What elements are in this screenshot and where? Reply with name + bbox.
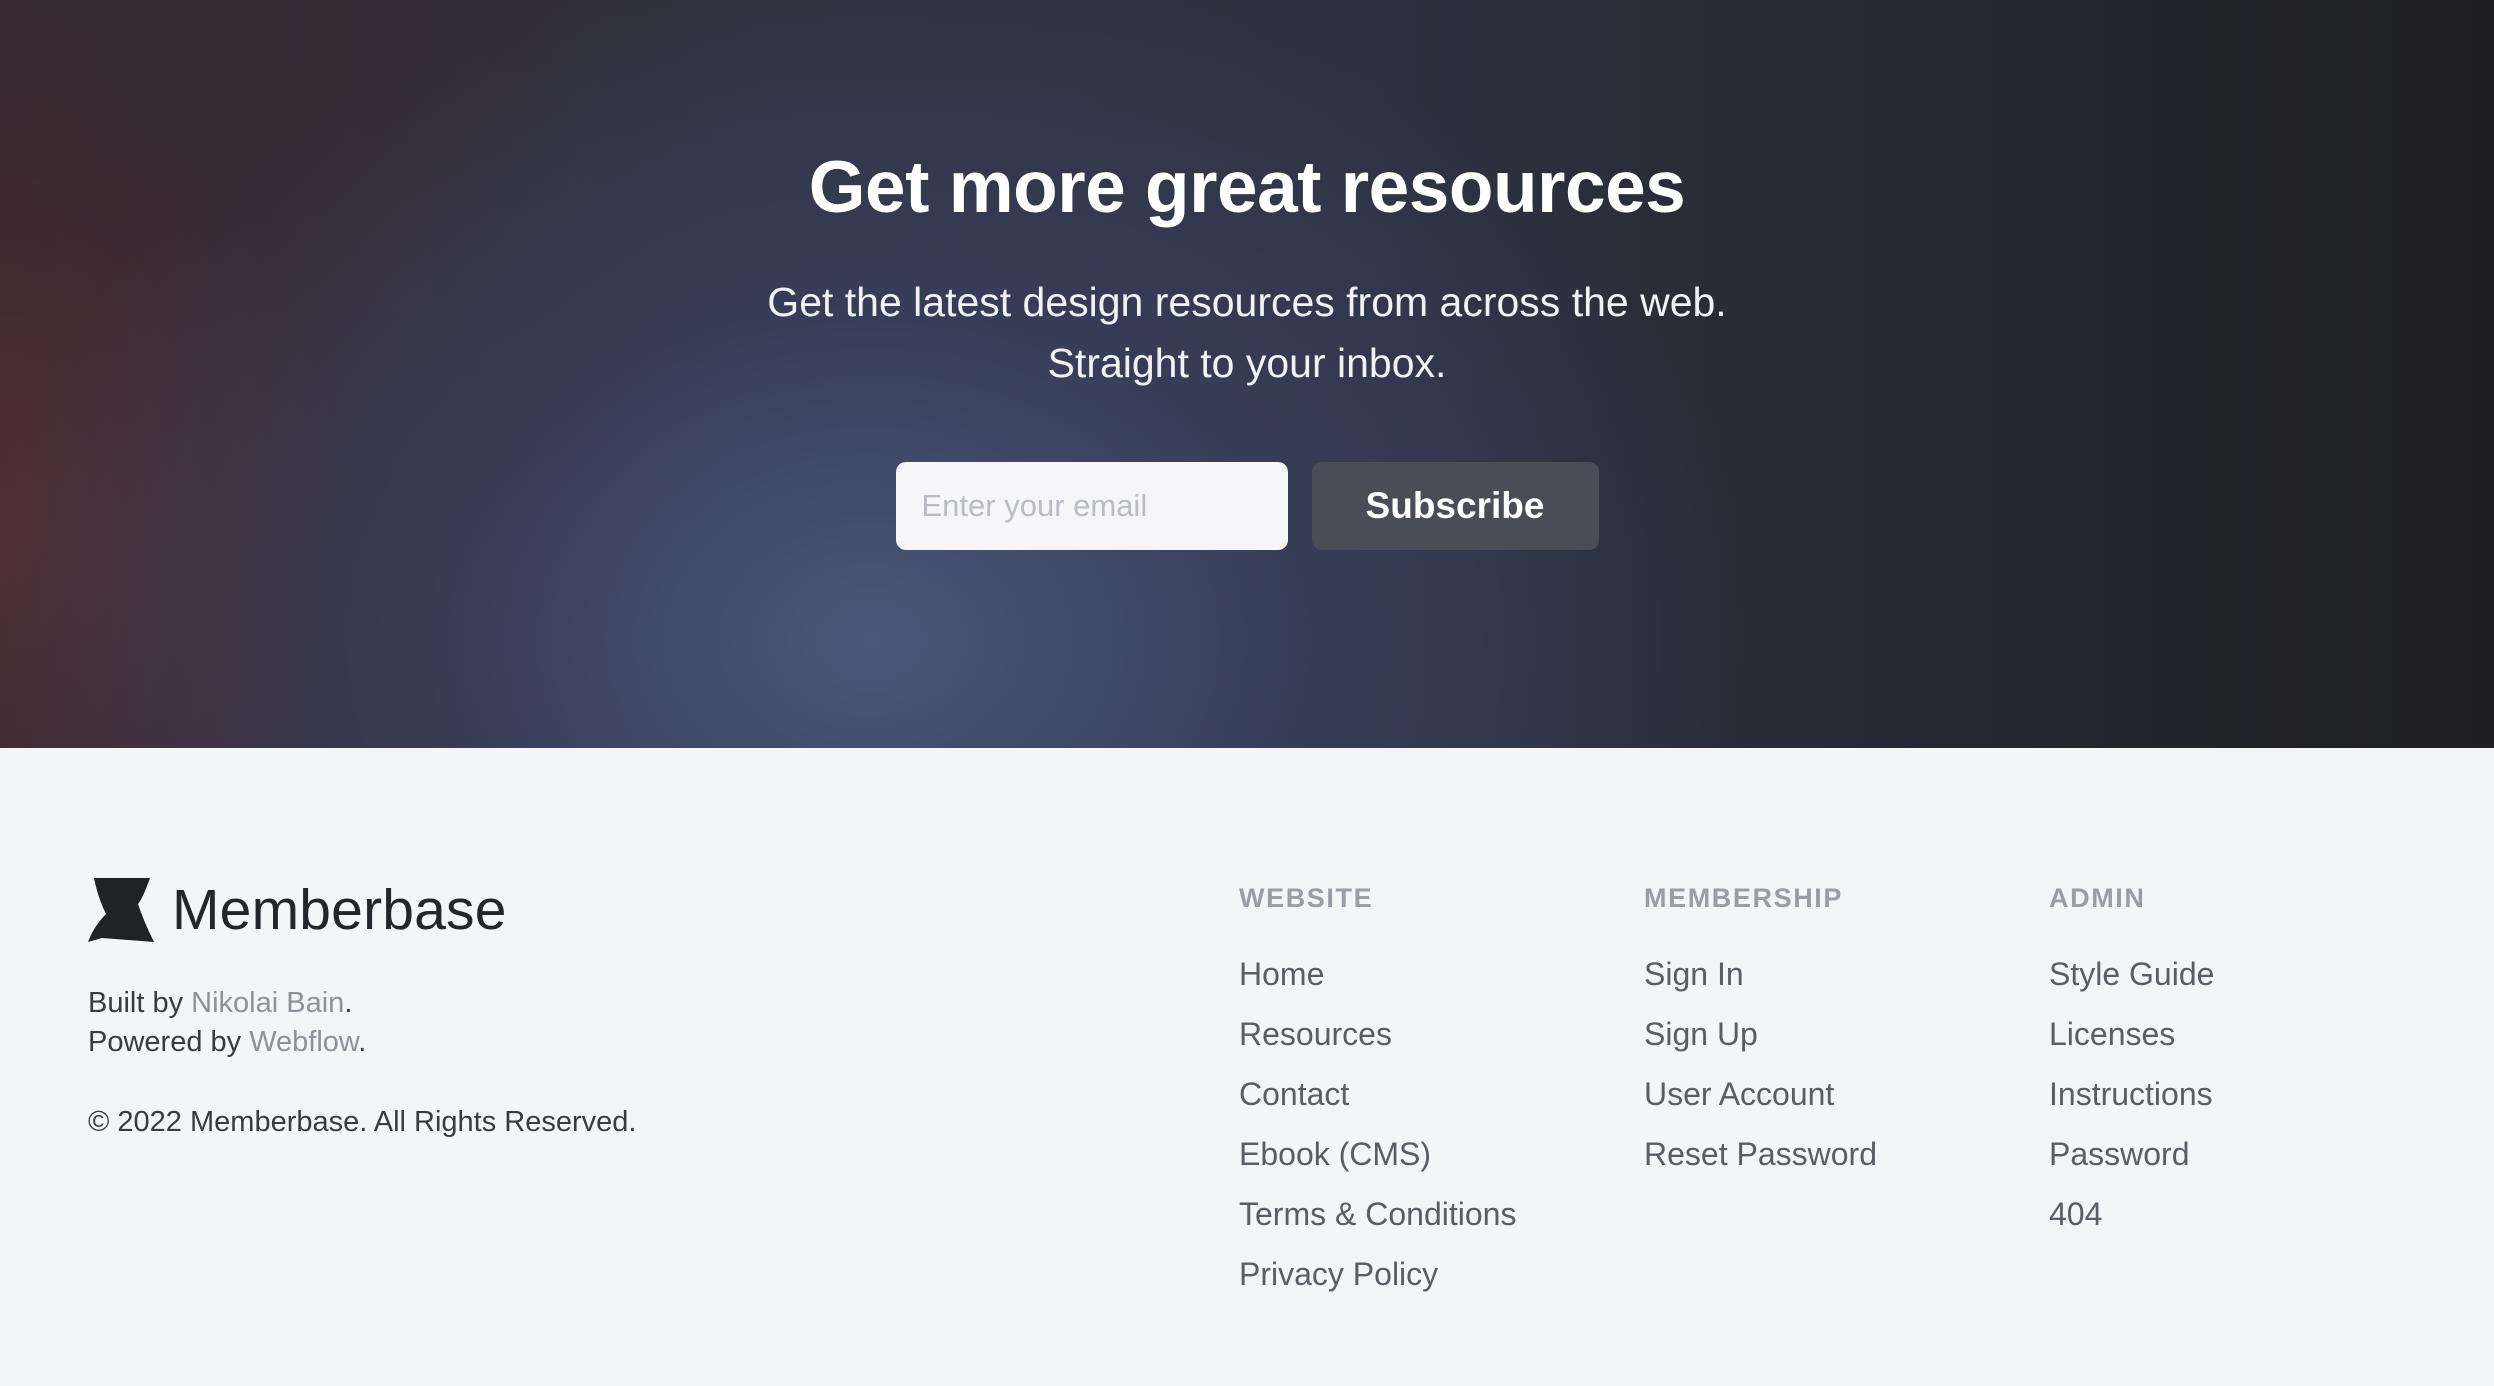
list-item: Sign Up [1644,1016,1877,1076]
newsletter-content: Get more great resources Get the latest … [0,147,2494,551]
footer-brand: Memberbase Built by Nikolai Bain. Powere… [88,876,636,1139]
list-item: Terms & Conditions [1239,1196,1516,1256]
list-item: Style Guide [2049,956,2214,1016]
author-link[interactable]: Nikolai Bain [191,987,344,1019]
newsletter-title: Get more great resources [808,147,1686,228]
brand-name: Memberbase [172,878,507,942]
footer-link-sign-in[interactable]: Sign In [1644,956,1744,992]
footer-credits: Built by Nikolai Bain. Powered by Webflo… [88,984,636,1062]
footer-link-terms[interactable]: Terms & Conditions [1239,1196,1516,1232]
newsletter-subtitle: Get the latest design resources from acr… [697,272,1797,394]
footer-link-licenses[interactable]: Licenses [2049,1016,2175,1052]
footer-column-admin: ADMIN Style Guide Licenses Instructions … [2049,882,2214,1256]
list-item: Password [2049,1136,2214,1196]
footer-link-404[interactable]: 404 [2049,1196,2102,1232]
footer-link-style-guide[interactable]: Style Guide [2049,956,2214,992]
powered-by-period: . [358,1026,367,1058]
list-item: Sign In [1644,956,1877,1016]
powered-by-prefix: Powered by [88,1026,250,1058]
list-item: User Account [1644,1076,1877,1136]
powered-by-line: Powered by Webflow. [88,1023,636,1062]
footer-column-heading: MEMBERSHIP [1644,883,1844,913]
list-item: Reset Password [1644,1136,1877,1196]
footer-column-heading: WEBSITE [1239,883,1374,913]
newsletter-hero: Get more great resources Get the latest … [0,0,2494,748]
footer-link-ebook[interactable]: Ebook (CMS) [1239,1136,1431,1172]
footer-link-sign-up[interactable]: Sign Up [1644,1016,1758,1052]
newsletter-subtitle-line-2: Straight to your inbox. [1047,340,1447,387]
email-input[interactable] [895,462,1288,551]
footer-link-user-account[interactable]: User Account [1644,1076,1834,1112]
memberbase-logo-icon [88,878,154,942]
footer-link-home[interactable]: Home [1239,956,1324,992]
copyright-text: © 2022 Memberbase. All Rights Reserved. [88,1106,637,1138]
footer-link-resources[interactable]: Resources [1239,1016,1392,1052]
newsletter-form: Subscribe [0,462,2494,551]
list-item: 404 [2049,1196,2214,1256]
footer-link-list: Sign In Sign Up User Account Reset Passw… [1644,956,1877,1196]
built-by-prefix: Built by [88,987,192,1019]
footer-link-reset-password[interactable]: Reset Password [1644,1136,1877,1172]
footer-link-list: Home Resources Contact Ebook (CMS) Terms… [1239,956,1516,1316]
footer-link-instructions[interactable]: Instructions [2049,1076,2213,1112]
brand-logo-link[interactable]: Memberbase [88,876,636,944]
webflow-link[interactable]: Webflow [249,1026,358,1058]
footer-column-website: WEBSITE Home Resources Contact Ebook (CM… [1239,882,1516,1316]
subscribe-button[interactable]: Subscribe [1311,462,1599,551]
footer-link-privacy[interactable]: Privacy Policy [1239,1256,1438,1292]
built-by-period: . [344,987,353,1019]
list-item: Resources [1239,1016,1516,1076]
built-by-line: Built by Nikolai Bain. [88,984,636,1023]
list-item: Home [1239,956,1516,1016]
newsletter-subtitle-line-1: Get the latest design resources from acr… [767,279,1727,326]
footer-column-heading: ADMIN [2049,883,2146,913]
list-item: Licenses [2049,1016,2214,1076]
footer-link-contact[interactable]: Contact [1239,1076,1349,1112]
site-footer: Memberbase Built by Nikolai Bain. Powere… [0,748,2494,1386]
footer-link-password[interactable]: Password [2049,1136,2190,1172]
list-item: Instructions [2049,1076,2214,1136]
footer-column-membership: MEMBERSHIP Sign In Sign Up User Account … [1644,882,1877,1196]
list-item: Privacy Policy [1239,1256,1516,1316]
footer-link-list: Style Guide Licenses Instructions Passwo… [2049,956,2214,1256]
list-item: Contact [1239,1076,1516,1136]
list-item: Ebook (CMS) [1239,1136,1516,1196]
